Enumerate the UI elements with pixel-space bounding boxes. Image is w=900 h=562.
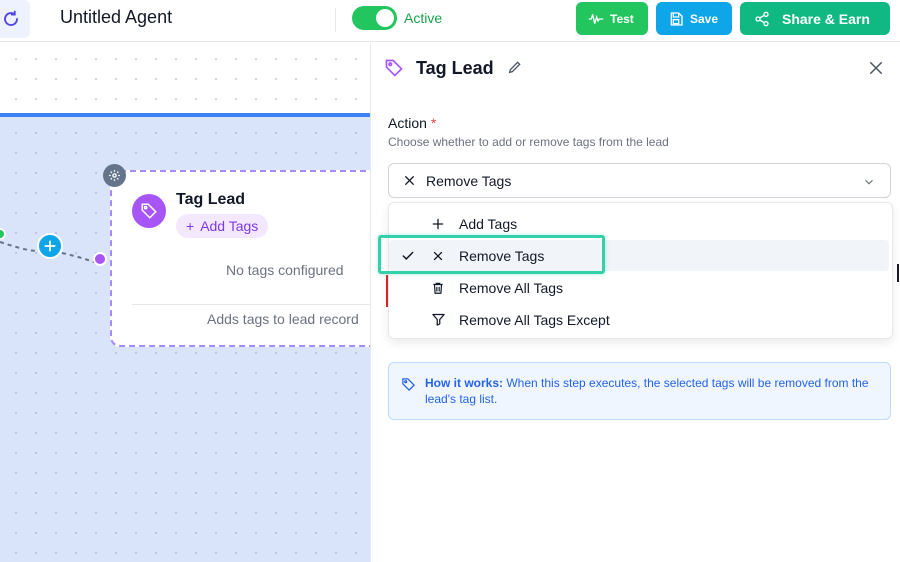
save-icon: [670, 11, 683, 26]
top-bar: Untitled Agent Active Test Save Share & …: [0, 0, 900, 42]
edit-title-button[interactable]: [507, 59, 523, 80]
option-label: Remove All Tags Except: [459, 311, 610, 328]
test-label: Test: [610, 11, 634, 26]
agent-logo-button[interactable]: [0, 0, 30, 38]
x-icon: [405, 176, 414, 185]
save-button[interactable]: Save: [656, 2, 732, 35]
node-title: Tag Lead: [176, 191, 246, 208]
target-handle[interactable]: [93, 252, 107, 266]
add-step-button[interactable]: [37, 233, 63, 259]
gear-icon: [109, 170, 120, 181]
tag-icon: [385, 59, 403, 77]
close-icon: [870, 62, 882, 74]
share-earn-label: Share & Earn: [782, 10, 870, 27]
active-toggle[interactable]: [352, 6, 397, 30]
node-empty-text: No tags configured: [226, 262, 344, 278]
pencil-icon: [508, 61, 521, 74]
header-divider: [335, 8, 336, 32]
flow-canvas[interactable]: Tag Lead + Add Tags No tags configured A…: [0, 43, 370, 562]
required-mark: *: [430, 115, 437, 131]
info-bold: How it works:: [425, 376, 504, 390]
active-label: Active: [404, 10, 443, 26]
node-settings-button[interactable]: [103, 164, 126, 187]
sparkle-refresh-icon: [4, 10, 18, 26]
action-description: Choose whether to add or remove tags fro…: [388, 135, 669, 149]
node-add-tags-pill[interactable]: + Add Tags: [176, 214, 269, 238]
plus-icon: +: [186, 218, 195, 234]
save-label: Save: [690, 11, 719, 26]
action-select[interactable]: Remove Tags: [388, 163, 891, 198]
text-cursor: [897, 264, 899, 282]
waveform-icon: [588, 13, 604, 24]
panel-title: Tag Lead: [416, 58, 494, 78]
agent-name[interactable]: Untitled Agent: [60, 7, 172, 28]
action-label-text: Action: [388, 115, 427, 131]
selection-highlight: [378, 235, 605, 274]
trash-icon: [427, 281, 449, 295]
node-add-tags-label: Add Tags: [200, 218, 259, 234]
option-label: Add Tags: [459, 215, 518, 232]
option-label: Remove All Tags: [459, 279, 564, 296]
action-select-value: Remove Tags: [426, 172, 512, 189]
share-earn-button[interactable]: Share & Earn: [740, 2, 890, 35]
tag-icon: [402, 378, 416, 392]
info-text: How it works: When this step executes, t…: [425, 375, 885, 407]
tag-icon: [141, 203, 157, 219]
option-remove-all-tags-except[interactable]: Remove All Tags Except: [389, 304, 892, 335]
close-panel-button[interactable]: [867, 59, 885, 82]
node-tag-icon-wrap: [132, 194, 166, 228]
plus-icon: [44, 240, 56, 252]
config-panel: Tag Lead Action * Choose whether to add …: [370, 43, 900, 562]
chevron-down-icon: [865, 179, 873, 185]
filter-icon: [427, 312, 449, 327]
option-remove-all-tags[interactable]: Remove All Tags: [389, 272, 892, 303]
share-icon: [755, 11, 769, 26]
node-footer-text: Adds tags to lead record: [207, 311, 359, 327]
action-label: Action *: [388, 115, 436, 131]
toggle-knob: [376, 9, 394, 27]
how-it-works-info: How it works: When this step executes, t…: [388, 362, 891, 420]
node-divider: [132, 304, 370, 305]
test-button[interactable]: Test: [576, 2, 648, 35]
plus-icon: [427, 217, 449, 231]
panel-tag-icon-wrap: [384, 58, 404, 83]
tag-lead-node[interactable]: Tag Lead + Add Tags No tags configured A…: [110, 170, 370, 347]
